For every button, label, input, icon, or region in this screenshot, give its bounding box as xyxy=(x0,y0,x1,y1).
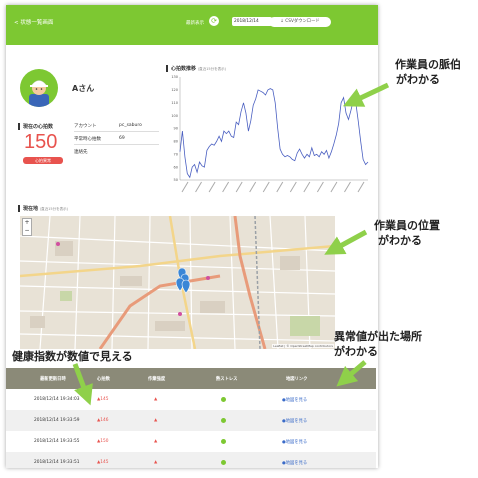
callout-position: 作業員の位置 がわかる xyxy=(374,218,440,248)
callout-abnormal: 異常値が出た場所 がわかる xyxy=(334,329,422,359)
callout-abnormal-line2: がわかる xyxy=(334,345,378,358)
arrow-pulse xyxy=(342,82,390,107)
callout-pulse: 作業員の脈伯 がわかる xyxy=(395,57,461,87)
callout-pulse-line2: がわかる xyxy=(396,73,440,86)
callout-pulse-line1: 作業員の脈伯 xyxy=(395,58,461,71)
callout-position-line2: がわかる xyxy=(378,234,422,247)
arrow-health xyxy=(72,363,93,406)
callout-abnormal-line1: 異常値が出た場所 xyxy=(334,330,422,343)
arrow-abnormal xyxy=(336,360,367,387)
arrow-position xyxy=(324,229,368,255)
callout-health: 健康指数が数値で見える xyxy=(12,350,133,363)
callout-position-line1: 作業員の位置 xyxy=(374,219,440,232)
